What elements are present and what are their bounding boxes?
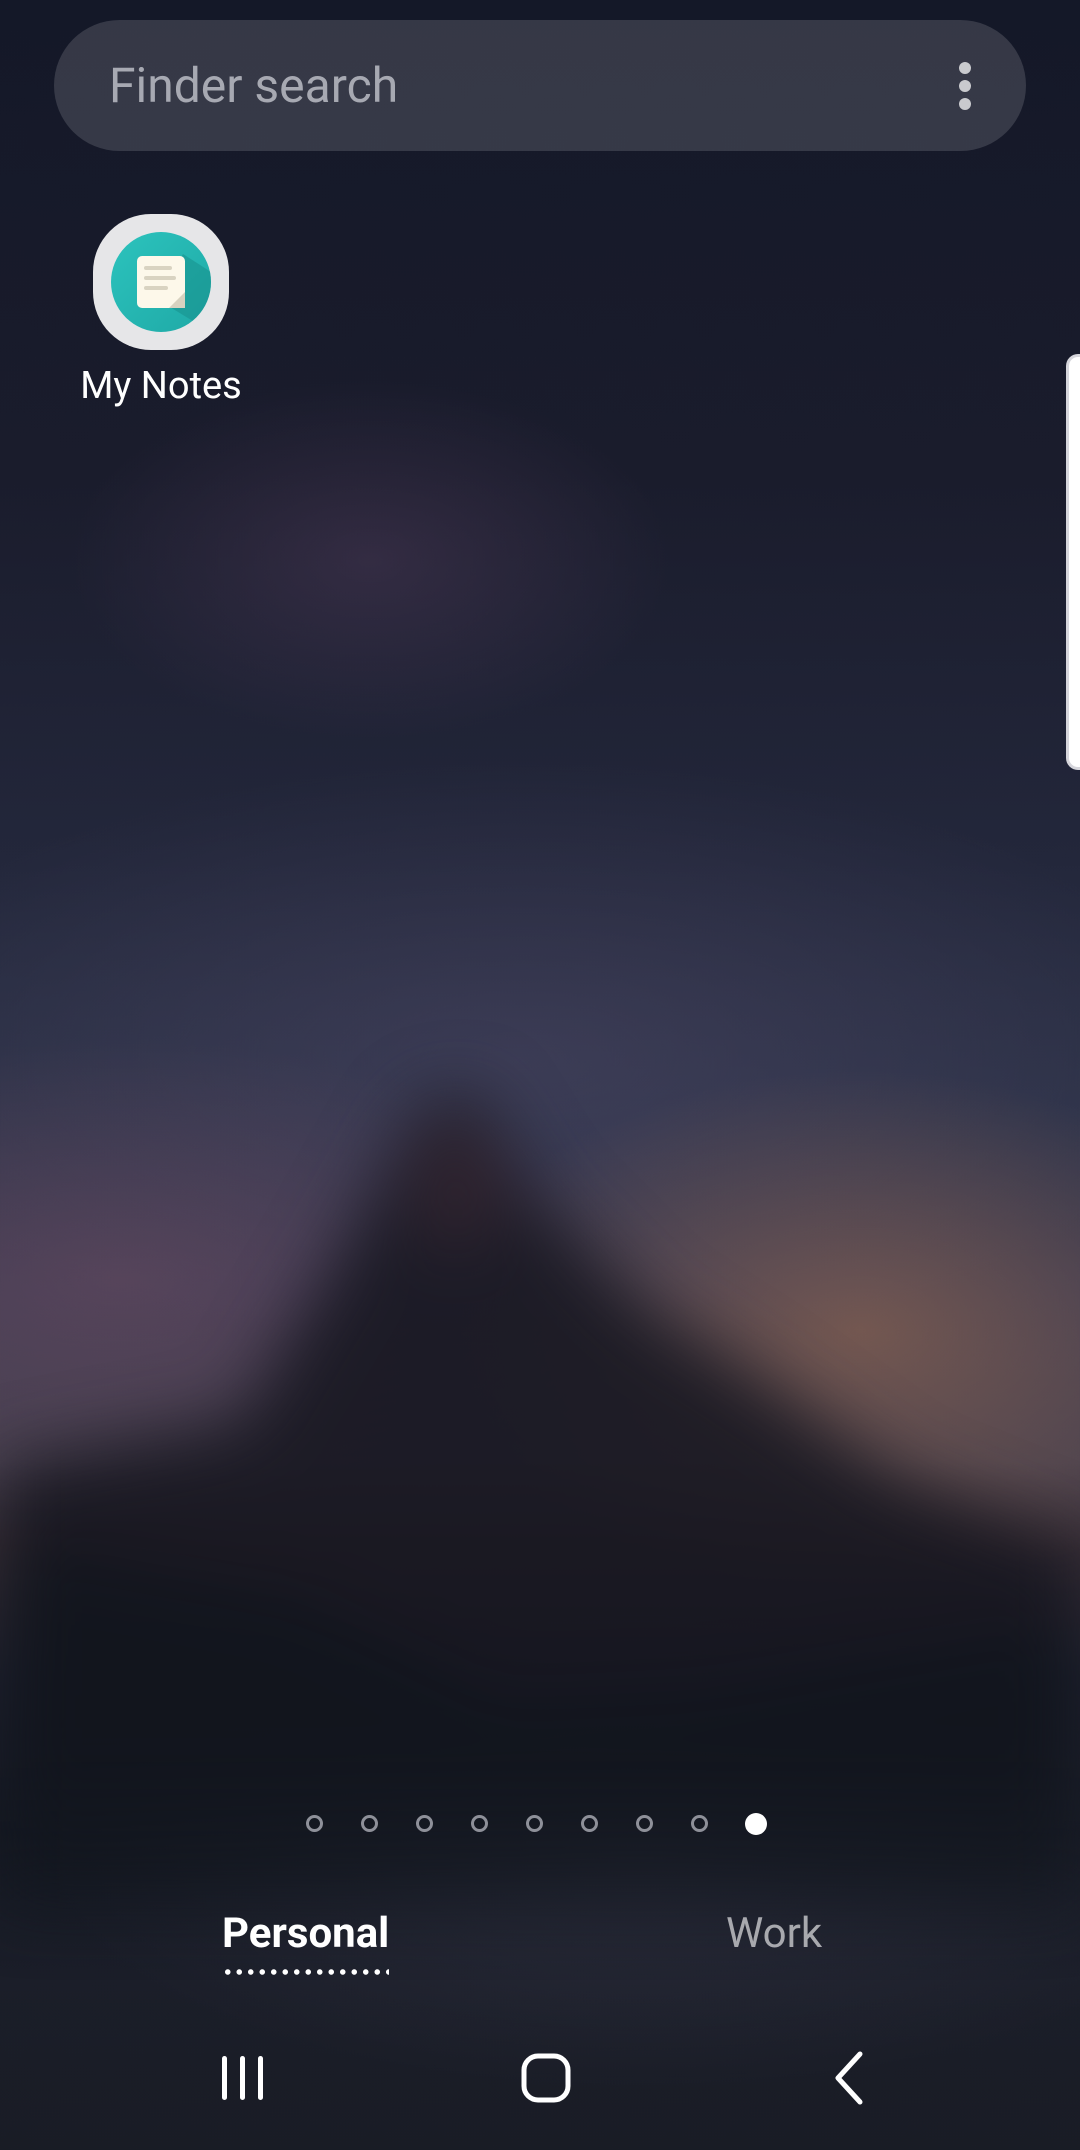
home-icon xyxy=(521,2053,571,2103)
tab-work[interactable]: Work xyxy=(726,1905,822,1963)
more-vertical-icon[interactable] xyxy=(956,60,976,112)
page-dot-4[interactable] xyxy=(471,1815,526,1837)
tab-personal[interactable]: Personal xyxy=(222,1905,390,1975)
my-notes-app-icon xyxy=(93,214,229,350)
page-dot-8[interactable] xyxy=(691,1815,746,1837)
app-label: My Notes xyxy=(80,364,242,408)
navigation-bar xyxy=(0,2026,1080,2126)
back-icon xyxy=(835,2051,863,2105)
page-dot-3[interactable] xyxy=(416,1815,471,1837)
page-indicator xyxy=(306,1813,801,1837)
page-dot-7[interactable] xyxy=(636,1815,691,1837)
search-placeholder: Finder search xyxy=(109,57,399,114)
back-button[interactable] xyxy=(800,2026,900,2126)
finder-search-bar[interactable]: Finder search xyxy=(54,20,1026,151)
page-dot-9-current[interactable] xyxy=(745,1813,801,1837)
tab-personal-label: Personal xyxy=(222,1909,390,1958)
app-my-notes[interactable]: My Notes xyxy=(74,214,248,408)
tab-personal-selected-indicator xyxy=(222,1969,390,1975)
home-button[interactable] xyxy=(496,2026,596,2126)
page-dot-6[interactable] xyxy=(581,1815,636,1837)
tab-work-label: Work xyxy=(726,1909,823,1958)
edge-panel-handle[interactable] xyxy=(1066,354,1080,770)
page-dot-1[interactable] xyxy=(306,1815,361,1837)
page-dot-5[interactable] xyxy=(526,1815,581,1837)
recents-icon xyxy=(222,2056,263,2100)
recents-button[interactable] xyxy=(194,2026,294,2126)
page-dot-2[interactable] xyxy=(361,1815,416,1837)
